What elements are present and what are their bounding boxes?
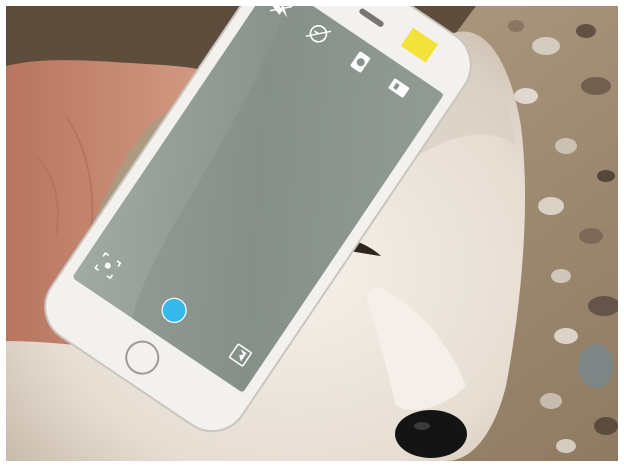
dog-nose	[395, 410, 467, 458]
photo	[6, 6, 618, 461]
